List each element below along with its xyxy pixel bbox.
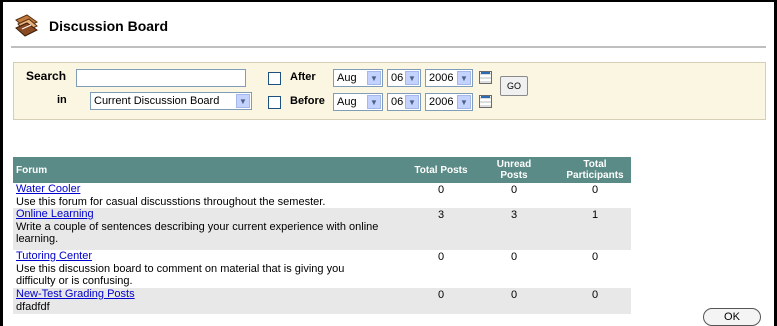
forum-description: Use this discussion board to comment on … xyxy=(16,263,396,287)
page-header: Discussion Board xyxy=(11,12,766,42)
col-total-participants-line1: Total xyxy=(583,159,607,170)
participants-cell: 0 xyxy=(591,184,599,196)
unread-posts-cell: 0 xyxy=(510,289,518,301)
col-unread-posts-line1: Unread xyxy=(496,159,532,170)
forum-link-water-cooler[interactable]: Water Cooler xyxy=(16,183,80,195)
total-posts-cell: 0 xyxy=(437,289,445,301)
after-month-value: Aug xyxy=(337,72,357,84)
forum-link-tutoring-center[interactable]: Tutoring Center xyxy=(16,250,92,262)
before-month-select[interactable]: Aug ▼ xyxy=(333,93,383,111)
chevron-down-icon: ▼ xyxy=(457,95,471,109)
page-title: Discussion Board xyxy=(49,18,169,34)
after-checkbox[interactable] xyxy=(268,72,281,85)
before-checkbox[interactable] xyxy=(268,96,281,109)
search-scope-select[interactable]: Current Discussion Board ▼ xyxy=(90,92,252,110)
after-month-select[interactable]: Aug ▼ xyxy=(333,69,383,87)
col-unread-posts: Unread Posts xyxy=(487,159,541,181)
unread-posts-cell: 3 xyxy=(510,209,518,221)
total-posts-cell: 0 xyxy=(437,251,445,263)
table-row: Tutoring Center Use this discussion boar… xyxy=(13,250,631,288)
chevron-down-icon: ▼ xyxy=(405,95,419,109)
before-month-value: Aug xyxy=(337,96,357,108)
after-day-select[interactable]: 06 ▼ xyxy=(387,69,421,87)
forum-description: Use this forum for casual discusstions t… xyxy=(16,196,326,208)
table-row: Online Learning Write a couple of senten… xyxy=(13,208,631,250)
forum-description: dfadfdf xyxy=(16,301,50,313)
col-total-participants-line2: Participants xyxy=(566,170,624,181)
chevron-down-icon: ▼ xyxy=(405,71,419,85)
search-scope-value: Current Discussion Board xyxy=(94,95,220,107)
table-row: New-Test Grading Posts dfadfdf 0 0 0 xyxy=(13,288,631,314)
search-in-label: in xyxy=(57,94,67,106)
before-year-select[interactable]: 2006 ▼ xyxy=(425,93,473,111)
participants-cell: 0 xyxy=(591,251,599,263)
chevron-down-icon: ▼ xyxy=(367,71,381,85)
forum-description: Write a couple of sentences describing y… xyxy=(16,221,396,245)
title-divider xyxy=(11,46,766,48)
before-calendar-icon[interactable] xyxy=(479,95,492,108)
forum-description-line: Write a couple of sentences describing y… xyxy=(16,221,379,233)
col-unread-posts-line2: Posts xyxy=(500,170,528,181)
forum-table: Forum Total Posts Unread Posts Total Par… xyxy=(13,157,631,314)
forum-description-line: learning. xyxy=(16,233,59,245)
before-label: Before xyxy=(290,95,325,107)
ok-button[interactable]: OK xyxy=(703,308,761,326)
search-label: Search xyxy=(26,69,67,83)
total-posts-cell: 0 xyxy=(437,184,445,196)
before-year-value: 2006 xyxy=(429,96,454,108)
after-label: After xyxy=(290,71,316,83)
unread-posts-cell: 0 xyxy=(510,184,518,196)
table-header: Forum Total Posts Unread Posts Total Par… xyxy=(13,157,631,183)
col-total-participants: Total Participants xyxy=(560,159,630,181)
participants-cell: 1 xyxy=(591,209,599,221)
forum-description-line: difficulty or is confusing. xyxy=(16,275,133,287)
search-input[interactable] xyxy=(76,69,246,87)
forum-description-line: Use this discussion board to comment on … xyxy=(16,263,345,275)
discussion-board-window: Discussion Board Search in Current Discu… xyxy=(0,0,777,326)
forum-link-online-learning[interactable]: Online Learning xyxy=(16,208,94,220)
chevron-down-icon: ▼ xyxy=(236,94,250,108)
unread-posts-cell: 0 xyxy=(510,251,518,263)
chevron-down-icon: ▼ xyxy=(457,71,471,85)
discussion-board-icon xyxy=(14,13,38,37)
after-year-select[interactable]: 2006 ▼ xyxy=(425,69,473,87)
chevron-down-icon: ▼ xyxy=(367,95,381,109)
participants-cell: 0 xyxy=(591,289,599,301)
before-day-select[interactable]: 06 ▼ xyxy=(387,93,421,111)
after-year-value: 2006 xyxy=(429,72,454,84)
col-total-posts: Total Posts xyxy=(414,165,468,176)
total-posts-cell: 3 xyxy=(437,209,445,221)
search-panel: Search in Current Discussion Board ▼ Aft… xyxy=(13,62,766,120)
forum-link-new-test-grading-posts[interactable]: New-Test Grading Posts xyxy=(16,288,135,300)
col-forum: Forum xyxy=(16,165,48,176)
after-day-value: 06 xyxy=(391,72,404,84)
go-button[interactable]: GO xyxy=(500,76,528,96)
table-row: Water Cooler Use this forum for casual d… xyxy=(13,183,631,208)
after-calendar-icon[interactable] xyxy=(479,71,492,84)
before-day-value: 06 xyxy=(391,96,404,108)
